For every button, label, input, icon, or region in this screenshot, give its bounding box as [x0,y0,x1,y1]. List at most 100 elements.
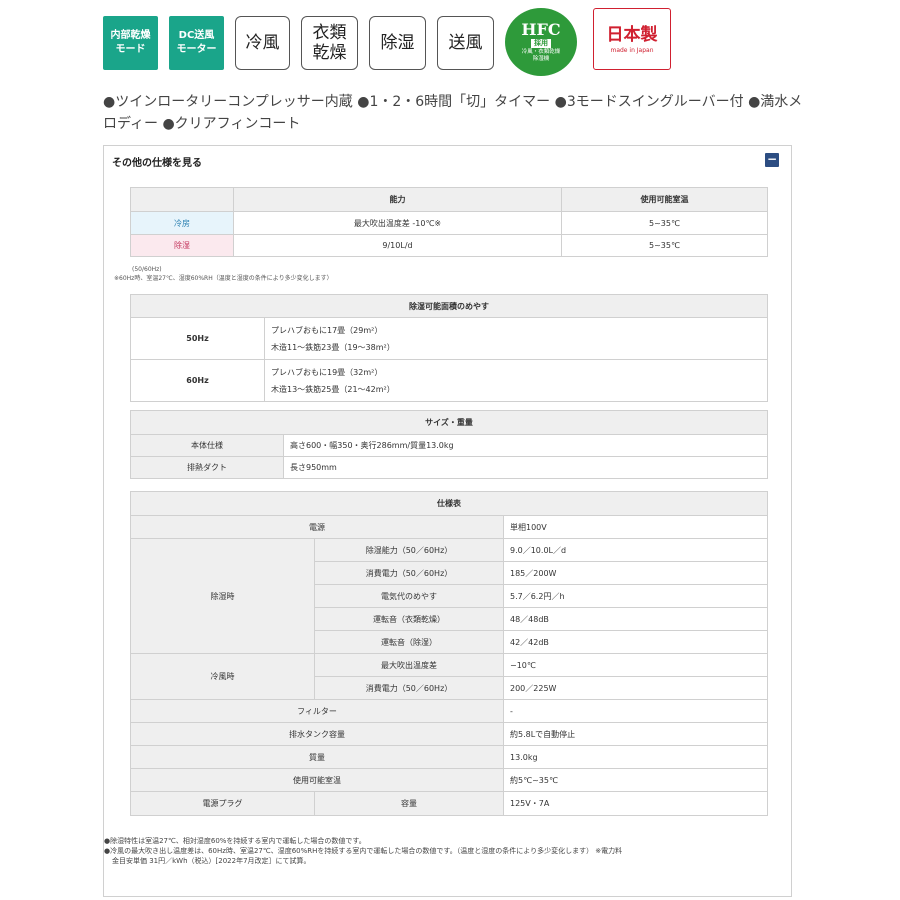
badge-line: 衣類 [312,23,347,43]
ability-note-hz: (50/60Hz) [132,266,162,273]
area-line: プレハブおもに19畳（32m²） [271,367,383,377]
japan-sub-label: made in Japan [610,46,654,54]
spec-label: 運転音（除湿） [314,630,504,654]
area-table: 除湿可能面積のめやす 50Hz プレハブおもに17畳（29m²） 木造11～鉄筋… [130,294,768,402]
ability-table: 能力 使用可能室温 冷房 最大吹出温度差 -10℃※ 5~35℃ 除湿 9/10… [130,187,768,257]
area-cell: プレハブおもに19畳（32m²） 木造13～鉄筋25畳（21～42m²） [264,359,768,402]
spec-value: 125V・7A [502,791,769,816]
spec-value: −10℃ [502,653,769,677]
spec-value: 5.7／6.2円／h [502,584,769,608]
badge-line: モード [115,44,146,55]
dehumidify-badge: 除湿 [369,16,426,70]
badge-line: 冷風 [245,33,280,53]
spec-value: 約5℃~35℃ [502,768,769,792]
mode-cell-cool: 冷房 [130,211,234,235]
feature-list: ●ツインロータリーコンプレッサー内蔵 ●1・2・6時間「切」タイマー ●3モード… [103,94,803,132]
spec-value: 42／42dB [502,630,769,654]
spec-label: フィルター [130,699,504,723]
spec-group-dehumid: 除湿時 [130,538,315,654]
table-row: 排水タンク容量 約5.8Lで自動停止 [130,722,769,746]
clothes-dry-badge: 衣類 乾燥 [301,16,358,70]
temp-cell: 5~35℃ [561,211,768,235]
spec-label: 質量 [130,745,504,769]
spec-label: 使用可能室温 [130,768,504,792]
table-row: 50Hz プレハブおもに17畳（29m²） 木造11～鉄筋23畳（19～38m²… [130,317,768,360]
table-row: 電源プラグ 容量 125V・7A [130,791,769,816]
area-table-title: 除湿可能面積のめやす [130,294,768,318]
japan-main-label: 日本製 [606,24,658,45]
dc-fan-motor-badge: DC送風 モーター [169,16,224,70]
spec-panel: その他の仕様を見る − 能力 使用可能室温 冷房 最大吹出温度差 -10℃※ 5… [103,145,792,897]
spec-label: 消費電力（50／60Hz） [314,561,504,585]
spec-label: 排水タンク容量 [130,722,504,746]
area-line: 木造13～鉄筋25畳（21～42m²） [271,384,395,394]
spec-label: 容量 [314,791,504,816]
spec-value: 13.0kg [502,745,769,769]
spec-value: 185／200W [502,561,769,585]
badge-line: 内部乾燥 [110,30,151,41]
ability-cell: 9/10L/d [233,234,562,257]
footnote: 金目安単価 31円／kWh（税込）[2022年7月改定］にて試算。 [112,857,311,865]
table-row: 電源 単相100V [130,515,769,539]
size-table: サイズ・重量 本体仕様 高さ600・幅350・奥行286mm/質量13.0kg … [129,410,769,479]
table-row: 排熱ダクト 長さ950mm [130,456,769,479]
spec-label: 電源プラグ [130,791,315,816]
internal-dry-mode-badge: 内部乾燥 モード [103,16,158,70]
footnote: ●冷風の最大吹き出し温度差は、60Hz時、室温27℃、湿度60%RHを持続する室… [104,847,623,855]
hz-cell: 50Hz [130,317,265,360]
room-temp-header: 使用可能室温 [561,187,768,212]
ability-cell: 最大吹出温度差 -10℃※ [233,211,562,235]
badge-line: 除湿 [380,33,415,53]
table-row: 本体仕様 高さ600・幅350・奥行286mm/質量13.0kg [130,434,769,457]
spec-label: 消費電力（50／60Hz） [314,676,504,700]
ability-header-empty [130,187,234,212]
spec-label: 電源 [130,515,504,539]
spec-value: 9.0／10.0L／d [502,538,769,562]
spec-label: 最大吹出温度差 [314,653,504,677]
hz-cell: 60Hz [130,359,265,402]
table-row: 冷風時 最大吹出温度差 −10℃ [130,653,769,700]
spec-panel-title[interactable]: その他の仕様を見る [112,154,202,169]
badge-line: 送風 [448,33,483,53]
collapse-toggle-button[interactable]: − [765,153,779,167]
table-row: 60Hz プレハブおもに19畳（32m²） 木造13～鉄筋25畳（21～42m²… [130,359,768,402]
table-row: 使用可能室温 約5℃~35℃ [130,768,769,792]
area-line: 木造11～鉄筋23畳（19～38m²） [271,342,395,352]
size-label: 本体仕様 [130,434,284,457]
spec-value: 48／48dB [502,607,769,631]
table-row: 冷房 最大吹出温度差 -10℃※ 5~35℃ [130,211,768,235]
spec-value: 200／225W [502,676,769,700]
table-row: 除湿時 除湿能力（50／60Hz） 9.0／10.0L／d [130,538,769,654]
area-cell: プレハブおもに17畳（29m²） 木造11～鉄筋23畳（19～38m²） [264,317,768,360]
size-value: 長さ950mm [282,456,769,479]
ability-note: ※60Hz時、室温27℃、湿度60%RH（温度と湿度の条件により多少変化します） [114,275,333,282]
size-label: 排熱ダクト [130,456,284,479]
hfc-label: HFC [521,19,561,39]
size-value: 高さ600・幅350・奥行286mm/質量13.0kg [282,434,769,457]
size-table-title: サイズ・重量 [129,410,769,435]
spec-label: 電気代のめやす [314,584,504,608]
spec-table-title: 仕様表 [129,491,769,516]
badge-line: モーター [176,44,217,55]
spec-value: 単相100V [502,515,769,539]
hfc-badge: HFC 採用 冷風・衣類乾燥 除湿機 [505,8,577,76]
hfc-sub-label: 除湿機 [532,55,550,62]
badge-line: DC送風 [178,30,215,41]
mode-cell-dry: 除湿 [130,234,234,257]
spec-value: 約5.8Lで自動停止 [502,722,769,746]
table-row: フィルター - [130,699,769,723]
spec-label: 運転音（衣類乾燥） [314,607,504,631]
ability-header: 能力 [233,187,562,212]
spec-group-cool: 冷風時 [130,653,315,700]
badge-line: 乾燥 [312,43,347,63]
spec-label: 除湿能力（50／60Hz） [314,538,504,562]
hfc-sub-label: 冷風・衣類乾燥 [521,48,561,55]
area-line: プレハブおもに17畳（29m²） [271,325,383,335]
spec-table: 仕様表 電源 単相100V 除湿時 除湿能力（50／60Hz） 9.0／10.0… [129,491,769,816]
spec-value: - [502,699,769,723]
table-row: 除湿 9/10L/d 5~35℃ [130,234,768,257]
fan-badge: 送風 [437,16,494,70]
temp-cell: 5~35℃ [561,234,768,257]
cool-air-badge: 冷風 [235,16,290,70]
table-row: 質量 13.0kg [130,745,769,769]
